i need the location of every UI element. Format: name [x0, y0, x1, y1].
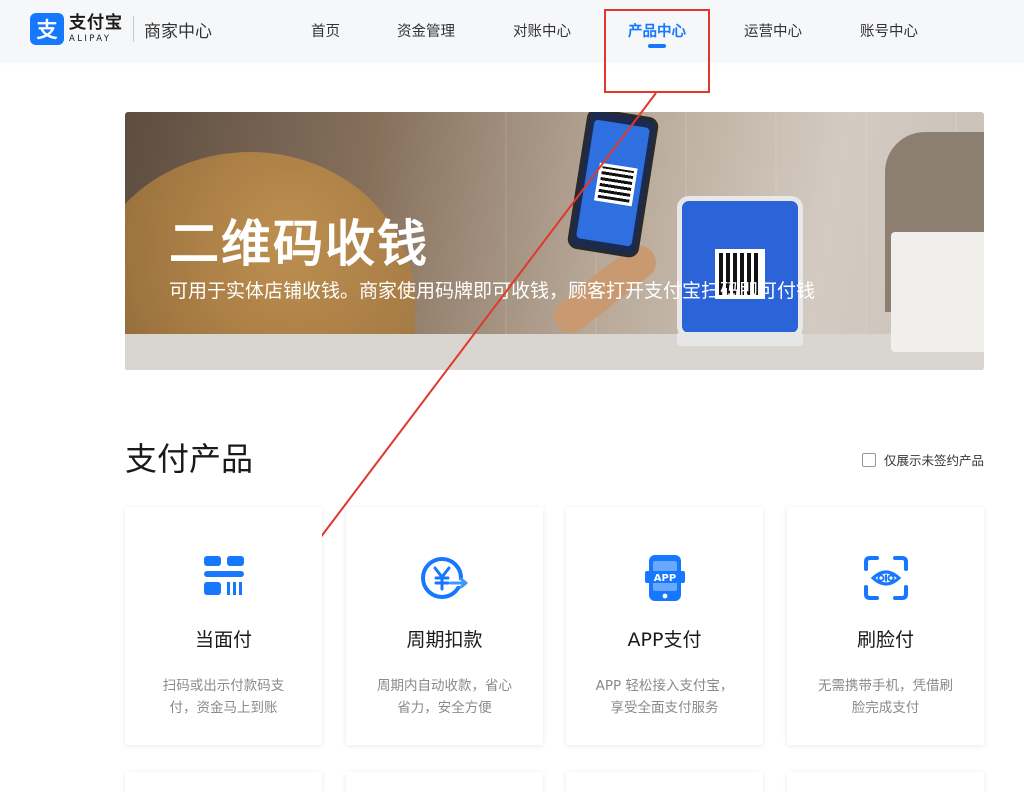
nav-home[interactable]: 首页 [311, 20, 340, 41]
unsigned-filter-checkbox[interactable] [862, 452, 876, 467]
face-scan-icon [863, 556, 908, 600]
banner-counter [125, 334, 984, 370]
banner-title: 二维码收钱 [169, 215, 429, 273]
logo-wordmark: 支付宝 ALIPAY [69, 12, 123, 44]
top-header: 支 支付宝 ALIPAY 商家中心 首页 资金管理 对账中心 产品中心 运营中心… [0, 0, 1024, 62]
app-phone-icon: APP [644, 555, 685, 601]
active-nav-indicator [648, 44, 666, 48]
banner-description: 可用于实体店铺收钱。商家使用码牌即可收钱，顾客打开支付宝扫码即可付钱 [169, 280, 816, 302]
product-card-description: 周期内自动收款，省心省力，安全方便 [377, 678, 512, 716]
product-card-partial[interactable] [346, 772, 543, 792]
promo-banner[interactable]: 二维码收钱 可用于实体店铺收钱。商家使用码牌即可收钱，顾客打开支付宝扫码即可付钱 [125, 112, 984, 370]
nav-account[interactable]: 账号中心 [860, 20, 918, 41]
banner-qr-stand-image [677, 196, 803, 338]
logo-text-en: ALIPAY [69, 33, 112, 44]
product-card-title: 周期扣款 [406, 629, 483, 651]
nav-funds[interactable]: 资金管理 [397, 20, 455, 41]
product-card-face-to-face[interactable]: 当面付 扫码或出示付款码支付，资金马上到账 [125, 507, 322, 745]
nav-products[interactable]: 产品中心 [628, 20, 686, 41]
product-card-title: APP支付 [627, 629, 702, 651]
nav-reconciliation[interactable]: 对账中心 [513, 20, 571, 41]
product-card-app-pay[interactable]: APP APP支付 APP 轻松接入支付宝，享受全面支付服务 [566, 507, 763, 745]
section-title: 支付产品 [125, 440, 254, 478]
yuan-cycle-icon [420, 557, 467, 599]
product-card-description: 无需携带手机，凭借刷脸完成支付 [818, 678, 953, 716]
product-card-description: APP 轻松接入支付宝，享受全面支付服务 [595, 678, 734, 716]
unsigned-filter-label: 仅展示未签约产品 [884, 453, 985, 468]
unsigned-filter[interactable]: 仅展示未签约产品 [862, 450, 984, 469]
banner-shopping-bag [891, 232, 984, 352]
product-card-description: 扫码或出示付款码支付，资金马上到账 [162, 678, 285, 716]
barcode-scan-icon [203, 556, 244, 595]
merchant-center-title: 商家中心 [144, 21, 212, 42]
svg-text:APP: APP [653, 573, 675, 584]
nav-operations[interactable]: 运营中心 [744, 20, 802, 41]
product-card-title: 当面付 [194, 629, 252, 651]
alipay-logo[interactable]: 支 支付宝 ALIPAY 商家中心 [30, 13, 212, 45]
product-card-partial[interactable] [125, 772, 322, 792]
product-card-title: 刷脸付 [856, 629, 914, 651]
product-card-partial[interactable] [787, 772, 984, 792]
product-card-face-pay[interactable]: 刷脸付 无需携带手机，凭借刷脸完成支付 [787, 507, 984, 745]
logo-divider [133, 16, 134, 42]
phone-qr-code [594, 162, 638, 207]
qr-stand-base [677, 332, 803, 346]
alipay-logo-icon: 支 [30, 13, 64, 45]
product-card-recurring[interactable]: 周期扣款 周期内自动收款，省心省力，安全方便 [346, 507, 543, 745]
logo-text-cn: 支付宝 [69, 12, 123, 33]
product-card-partial[interactable] [566, 772, 763, 792]
